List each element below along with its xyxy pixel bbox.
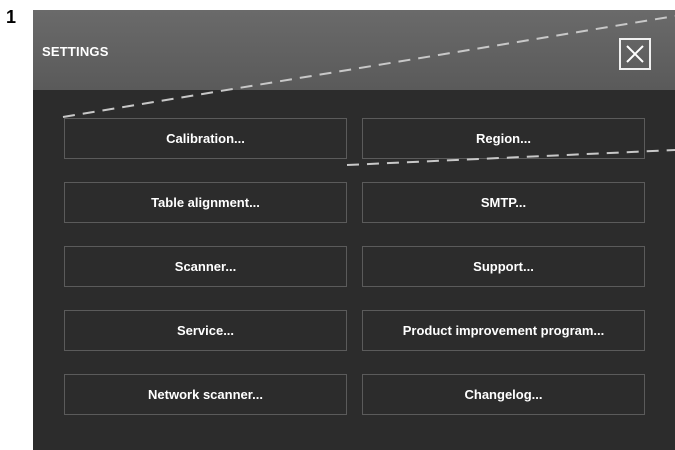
settings-button-grid: Calibration... Region... Table alignment… [64,118,645,415]
title-bar: SETTINGS [33,10,675,90]
network-scanner-button[interactable]: Network scanner... [64,374,347,415]
changelog-button[interactable]: Changelog... [362,374,645,415]
service-button[interactable]: Service... [64,310,347,351]
settings-dialog: SETTINGS Calibration... Region... Table … [33,10,675,450]
product-improvement-button[interactable]: Product improvement program... [362,310,645,351]
region-button[interactable]: Region... [362,118,645,159]
step-number: 1 [6,7,17,27]
table-alignment-button[interactable]: Table alignment... [64,182,347,223]
close-button[interactable] [619,38,651,70]
support-button[interactable]: Support... [362,246,645,287]
dialog-title: SETTINGS [42,44,109,59]
smtp-button[interactable]: SMTP... [362,182,645,223]
calibration-button[interactable]: Calibration... [64,118,347,159]
close-icon [626,45,644,63]
scanner-button[interactable]: Scanner... [64,246,347,287]
